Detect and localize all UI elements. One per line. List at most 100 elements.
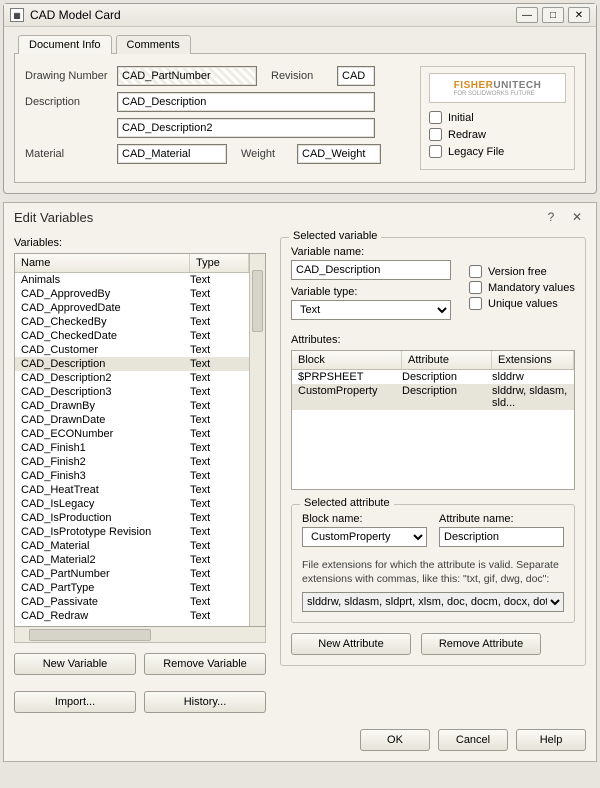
- variable-name-cell: CAD_Material2: [15, 554, 190, 566]
- minimize-button[interactable]: —: [516, 7, 538, 23]
- remove-variable-button[interactable]: Remove Variable: [144, 653, 266, 675]
- mandatory-row[interactable]: Mandatory values: [469, 281, 575, 294]
- variable-row[interactable]: CAD_ECONumberText: [15, 427, 249, 441]
- initial-checkbox[interactable]: [429, 111, 442, 124]
- redraw-checkbox-row[interactable]: Redraw: [429, 128, 566, 141]
- variable-row[interactable]: CAD_PartNumberText: [15, 567, 249, 581]
- new-attribute-button[interactable]: New Attribute: [291, 633, 411, 655]
- description2-field[interactable]: [117, 118, 375, 138]
- col-header-name[interactable]: Name: [15, 254, 190, 272]
- attribute-row[interactable]: CustomPropertyDescriptionslddrw, sldasm,…: [292, 384, 574, 410]
- block-name-select[interactable]: CustomProperty: [302, 527, 427, 547]
- horizontal-scrollbar[interactable]: [14, 627, 266, 643]
- tab-panel: Drawing Number Revision Description Mate…: [14, 53, 586, 183]
- variable-type-select[interactable]: Text: [291, 300, 451, 320]
- variable-row[interactable]: CAD_HeatTreatText: [15, 483, 249, 497]
- variables-rows[interactable]: AnimalsTextCAD_ApprovedByTextCAD_Approve…: [15, 273, 249, 626]
- attr-attribute-cell: Description: [402, 371, 492, 383]
- variable-name-cell: CAD_Finish3: [15, 470, 190, 482]
- extensions-select[interactable]: slddrw, sldasm, sldprt, xlsm, doc, docm,…: [302, 592, 564, 612]
- attribute-rows[interactable]: $PRPSHEETDescriptionslddrwCustomProperty…: [292, 370, 574, 410]
- variable-row[interactable]: CAD_CheckedByText: [15, 315, 249, 329]
- window-title: CAD Model Card: [30, 8, 121, 22]
- variable-row[interactable]: CAD_PartTypeText: [15, 581, 249, 595]
- col-header-block[interactable]: Block: [292, 351, 402, 369]
- new-variable-button[interactable]: New Variable: [14, 653, 136, 675]
- col-header-type[interactable]: Type: [190, 254, 249, 272]
- variable-type-cell: Text: [190, 344, 249, 356]
- variable-row[interactable]: CAD_Description2Text: [15, 371, 249, 385]
- mandatory-label: Mandatory values: [488, 282, 575, 294]
- variable-name-cell: CAD_Customer: [15, 344, 190, 356]
- variable-row[interactable]: CAD_Material2Text: [15, 553, 249, 567]
- variable-type-cell: Text: [190, 442, 249, 454]
- variable-row[interactable]: CAD_PassivateText: [15, 595, 249, 609]
- remove-attribute-button[interactable]: Remove Attribute: [421, 633, 541, 655]
- selected-attribute-group: Selected attribute Block name: CustomPro…: [291, 504, 575, 623]
- material-field[interactable]: [117, 144, 227, 164]
- titlebar: ▦ CAD Model Card — □ ✕: [4, 4, 596, 27]
- col-header-extensions[interactable]: Extensions: [492, 351, 574, 369]
- variable-row[interactable]: CAD_DescriptionText: [15, 357, 249, 371]
- maximize-button[interactable]: □: [542, 7, 564, 23]
- dialog-close-button[interactable]: ✕: [568, 209, 586, 225]
- variables-panel: Variables: Name Type AnimalsTextCAD_Appr…: [14, 237, 266, 713]
- variable-row[interactable]: CAD_IsProductionText: [15, 511, 249, 525]
- close-button[interactable]: ✕: [568, 7, 590, 23]
- variable-row[interactable]: CAD_Finish3Text: [15, 469, 249, 483]
- variable-row[interactable]: CAD_ApprovedByText: [15, 287, 249, 301]
- ok-button[interactable]: OK: [360, 729, 430, 751]
- import-button[interactable]: Import...: [14, 691, 136, 713]
- variable-row[interactable]: CAD_DrawnDateText: [15, 413, 249, 427]
- mandatory-checkbox[interactable]: [469, 281, 482, 294]
- unique-row[interactable]: Unique values: [469, 297, 575, 310]
- attributes-table[interactable]: Block Attribute Extensions $PRPSHEETDesc…: [291, 350, 575, 490]
- version-free-row[interactable]: Version free: [469, 265, 575, 278]
- variable-row[interactable]: CAD_Finish2Text: [15, 455, 249, 469]
- variable-row[interactable]: CAD_IsPrototype RevisionText: [15, 525, 249, 539]
- variable-row[interactable]: CAD_Finish1Text: [15, 441, 249, 455]
- variable-type-cell: Text: [190, 302, 249, 314]
- tab-document-info[interactable]: Document Info: [18, 35, 112, 54]
- variable-row[interactable]: CAD_MaterialText: [15, 539, 249, 553]
- variable-name-field[interactable]: [291, 260, 451, 280]
- attr-attribute-cell: Description: [402, 385, 492, 409]
- legacy-checkbox[interactable]: [429, 145, 442, 158]
- variable-row[interactable]: CAD_CustomerText: [15, 343, 249, 357]
- variable-type-cell: Text: [190, 568, 249, 580]
- variable-row[interactable]: CAD_ApprovedDateText: [15, 301, 249, 315]
- variable-name-cell: CAD_Redraw: [15, 610, 190, 622]
- attribute-name-field[interactable]: [439, 527, 564, 547]
- variable-type-cell: Text: [190, 386, 249, 398]
- weight-field[interactable]: [297, 144, 381, 164]
- help-button[interactable]: Help: [516, 729, 586, 751]
- history-button[interactable]: History...: [144, 691, 266, 713]
- dialog-help-button[interactable]: ?: [542, 209, 560, 225]
- variable-name-label: Variable name:: [291, 246, 451, 258]
- legacy-checkbox-row[interactable]: Legacy File: [429, 145, 566, 158]
- variable-name-cell: CAD_Description: [15, 358, 190, 370]
- variable-row[interactable]: CAD_DrawnByText: [15, 399, 249, 413]
- initial-checkbox-row[interactable]: Initial: [429, 111, 566, 124]
- cancel-button[interactable]: Cancel: [438, 729, 508, 751]
- variable-row[interactable]: AnimalsText: [15, 273, 249, 287]
- variable-type-cell: Text: [190, 554, 249, 566]
- col-header-attribute[interactable]: Attribute: [402, 351, 492, 369]
- unique-checkbox[interactable]: [469, 297, 482, 310]
- version-free-checkbox[interactable]: [469, 265, 482, 278]
- vertical-scrollbar[interactable]: [249, 254, 265, 626]
- variables-table[interactable]: Name Type AnimalsTextCAD_ApprovedByTextC…: [14, 253, 266, 627]
- drawing-number-field[interactable]: [117, 66, 257, 86]
- attribute-row[interactable]: $PRPSHEETDescriptionslddrw: [292, 370, 574, 384]
- redraw-checkbox[interactable]: [429, 128, 442, 141]
- tab-comments[interactable]: Comments: [116, 35, 191, 54]
- variable-type-cell: Text: [190, 330, 249, 342]
- variable-row[interactable]: CAD_IsLegacyText: [15, 497, 249, 511]
- revision-field[interactable]: [337, 66, 375, 86]
- redraw-label: Redraw: [448, 129, 486, 141]
- variable-row[interactable]: CAD_RedrawText: [15, 609, 249, 623]
- description1-field[interactable]: [117, 92, 375, 112]
- variable-row[interactable]: CAD_CheckedDateText: [15, 329, 249, 343]
- variable-row[interactable]: CAD_Description3Text: [15, 385, 249, 399]
- variable-name-cell: CAD_Material: [15, 540, 190, 552]
